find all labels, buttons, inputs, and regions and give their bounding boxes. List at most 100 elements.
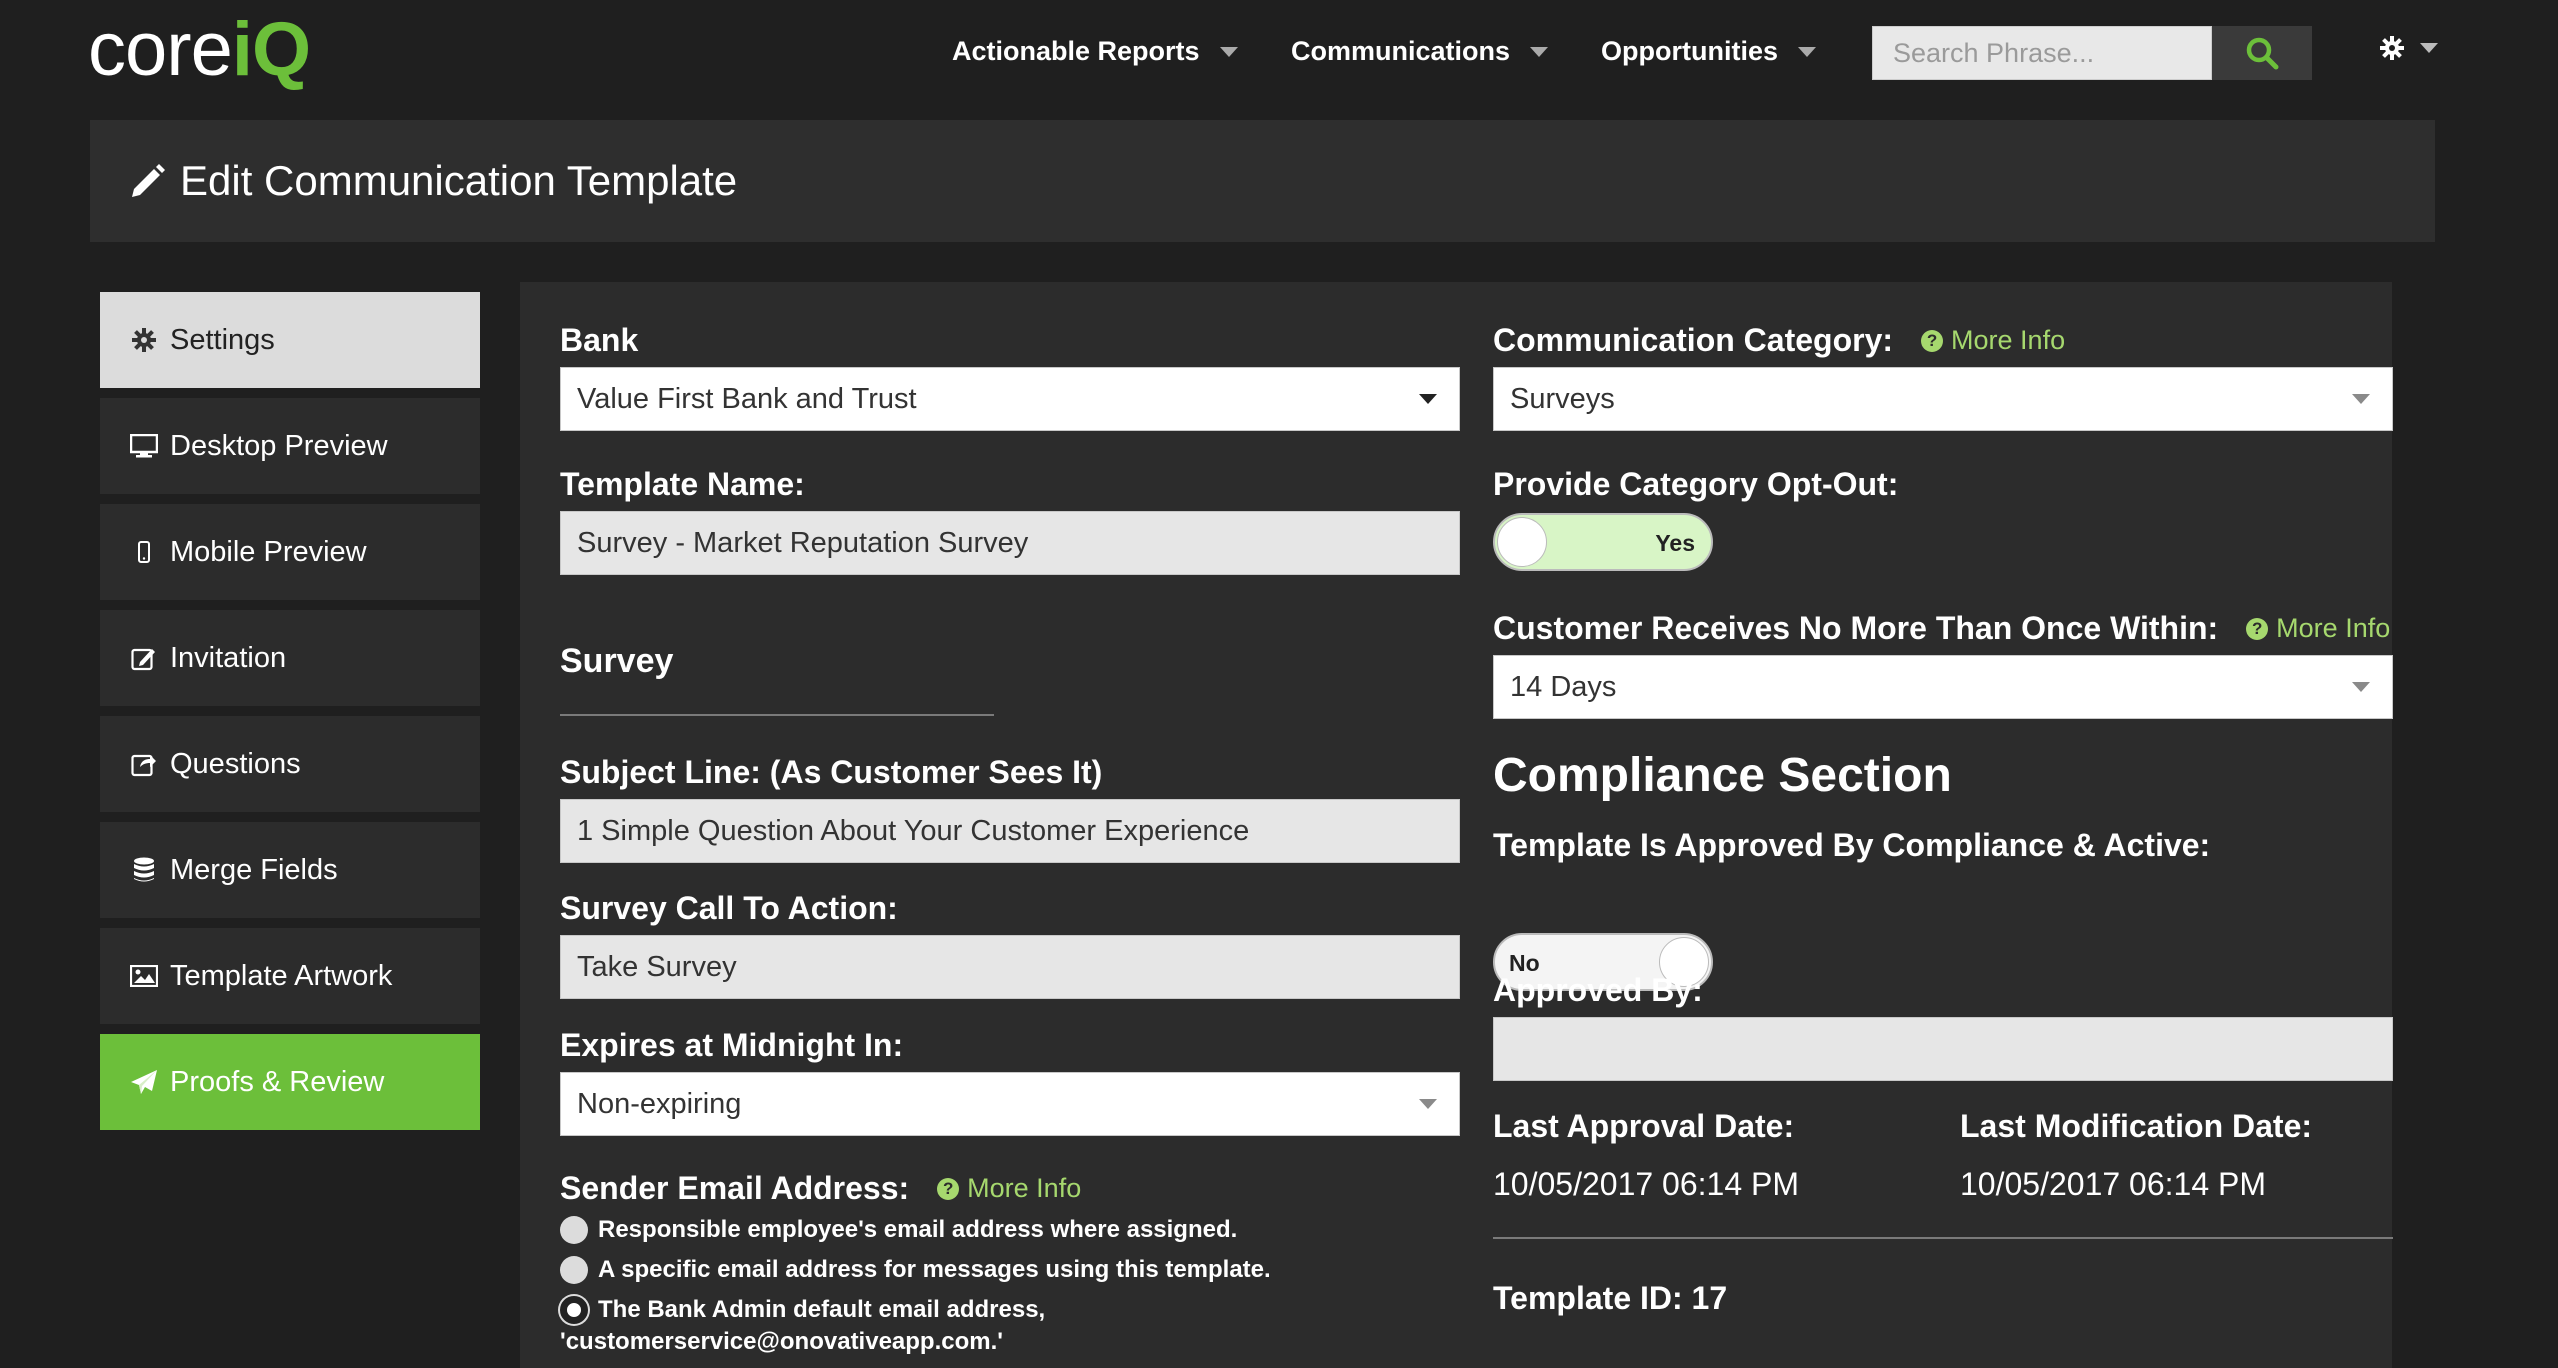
sidebar-item-questions[interactable]: Questions xyxy=(100,716,480,812)
sidebar-item-mobile-preview[interactable]: Mobile Preview xyxy=(100,504,480,600)
chevron-down-icon xyxy=(2352,394,2370,404)
sender-option-bank-admin-email: 'customerservice@onovativeapp.com.' xyxy=(560,1328,1003,1356)
sidebar-item-label: Mobile Preview xyxy=(170,535,367,568)
sidebar-item-label: Questions xyxy=(170,747,301,780)
logo-core-text: core xyxy=(88,7,233,92)
sender-option-employee[interactable]: Responsible employee's email address whe… xyxy=(560,1216,1237,1244)
category-label: Communication Category: xyxy=(1493,322,1894,358)
sidebar-item-label: Settings xyxy=(170,323,275,356)
sidebar-item-template-artwork[interactable]: Template Artwork xyxy=(100,928,480,1024)
survey-section-title: Survey xyxy=(560,642,674,680)
nav-communications-label: Communications xyxy=(1291,36,1511,66)
radio-label-line2: 'customerservice@onovativeapp.com.' xyxy=(560,1328,1003,1355)
bank-select-value: Value First Bank and Trust xyxy=(577,382,917,415)
share-icon xyxy=(130,751,158,777)
call-to-action-label: Survey Call To Action: xyxy=(560,890,898,926)
chevron-down-icon xyxy=(1798,46,1816,57)
nav-opportunities[interactable]: Opportunities xyxy=(1601,36,1816,67)
chevron-down-icon xyxy=(1419,394,1437,404)
template-id: Template ID: 17 xyxy=(1493,1280,1728,1316)
image-icon xyxy=(130,965,158,987)
last-modification-label: Last Modification Date: xyxy=(1960,1108,2313,1144)
radio-label: A specific email address for messages us… xyxy=(598,1256,1271,1283)
logo-iq-text: iQ xyxy=(231,7,311,92)
chevron-down-icon xyxy=(2420,43,2438,53)
chevron-down-icon xyxy=(2352,682,2370,692)
search-icon xyxy=(2246,37,2279,70)
sender-more-info-link[interactable]: ? More Info xyxy=(937,1173,1081,1204)
sidebar-item-label: Proofs & Review xyxy=(170,1065,385,1098)
sender-email-label: Sender Email Address: xyxy=(560,1170,910,1206)
subject-line-label: Subject Line: (As Customer Sees It) xyxy=(560,754,1103,790)
nav-communications[interactable]: Communications xyxy=(1291,36,1549,67)
page-header: Edit Communication Template xyxy=(90,120,2435,242)
approved-by-label: Approved By: xyxy=(1493,972,1703,1008)
sender-option-bank-admin[interactable]: The Bank Admin default email address, xyxy=(560,1296,1045,1324)
expires-select-value: Non-expiring xyxy=(577,1087,742,1120)
template-name-value: Survey - Market Reputation Survey xyxy=(577,526,1029,559)
nav-actionable-reports[interactable]: Actionable Reports xyxy=(952,36,1238,67)
database-icon xyxy=(130,857,158,883)
template-name-input[interactable]: Survey - Market Reputation Survey xyxy=(560,511,1460,575)
call-to-action-input[interactable]: Take Survey xyxy=(560,935,1460,999)
frequency-select-value: 14 Days xyxy=(1510,670,1617,703)
compliance-divider xyxy=(1493,1237,2393,1239)
bank-select[interactable]: Value First Bank and Trust xyxy=(560,367,1460,431)
toggle-text: Yes xyxy=(1655,530,1695,556)
opt-out-toggle[interactable]: Yes xyxy=(1493,513,1713,571)
page-title: Edit Communication Template xyxy=(180,157,738,204)
radio-button[interactable] xyxy=(560,1256,588,1284)
frequency-select[interactable]: 14 Days xyxy=(1493,655,2393,719)
radio-button[interactable] xyxy=(560,1216,588,1244)
sidebar-item-label: Desktop Preview xyxy=(170,429,388,462)
last-modification-value: 10/05/2017 06:14 PM xyxy=(1960,1166,2267,1202)
sidebar-item-merge-fields[interactable]: Merge Fields xyxy=(100,822,480,918)
mobile-icon xyxy=(130,540,158,564)
expires-select[interactable]: Non-expiring xyxy=(560,1072,1460,1136)
chevron-down-icon xyxy=(1219,46,1238,57)
survey-divider xyxy=(560,714,994,716)
search-input[interactable] xyxy=(1872,26,2212,80)
toggle-knob xyxy=(1497,517,1547,567)
category-select-value: Surveys xyxy=(1510,382,1615,415)
category-select[interactable]: Surveys xyxy=(1493,367,2393,431)
app-logo[interactable]: coreiQ xyxy=(88,12,311,88)
question-circle-icon: ? xyxy=(2246,617,2269,640)
category-more-info-link[interactable]: ? More Info xyxy=(1921,325,2065,356)
frequency-more-info-link[interactable]: ? More Info xyxy=(2246,613,2390,644)
sidebar-item-label: Invitation xyxy=(170,641,287,674)
template-name-label: Template Name: xyxy=(560,466,805,502)
search-button[interactable] xyxy=(2212,26,2312,80)
sidebar-item-label: Template Artwork xyxy=(170,959,393,992)
radio-button-selected[interactable] xyxy=(560,1296,588,1324)
more-info-text: More Info xyxy=(2276,613,2391,643)
more-info-text: More Info xyxy=(967,1173,1082,1203)
edit-icon xyxy=(130,645,158,671)
sender-option-specific[interactable]: A specific email address for messages us… xyxy=(560,1256,1271,1284)
opt-out-label: Provide Category Opt-Out: xyxy=(1493,466,1899,502)
compliance-approved-label: Template Is Approved By Compliance & Act… xyxy=(1493,827,2211,863)
subject-line-input[interactable]: 1 Simple Question About Your Customer Ex… xyxy=(560,799,1460,863)
chevron-down-icon xyxy=(1530,46,1549,57)
sidebar-item-settings[interactable]: Settings xyxy=(100,292,480,388)
call-to-action-value: Take Survey xyxy=(577,950,737,983)
more-info-text: More Info xyxy=(1951,325,2066,355)
last-approval-label: Last Approval Date: xyxy=(1493,1108,1795,1144)
nav-opportunities-label: Opportunities xyxy=(1601,36,1778,66)
pencil-icon xyxy=(130,163,166,199)
expires-label: Expires at Midnight In: xyxy=(560,1027,904,1063)
frequency-label: Customer Receives No More Than Once With… xyxy=(1493,610,2219,646)
send-icon xyxy=(130,1069,158,1095)
sidebar-item-proofs-review[interactable]: Proofs & Review xyxy=(100,1034,480,1130)
sidebar-item-invitation[interactable]: Invitation xyxy=(100,610,480,706)
sidebar-item-desktop-preview[interactable]: Desktop Preview xyxy=(100,398,480,494)
frequency-header: Customer Receives No More Than Once With… xyxy=(1493,610,2390,647)
radio-label: Responsible employee's email address whe… xyxy=(598,1216,1238,1243)
question-circle-icon: ? xyxy=(937,1177,960,1200)
subject-line-value: 1 Simple Question About Your Customer Ex… xyxy=(577,814,1250,847)
settings-menu-button[interactable] xyxy=(2380,36,2438,60)
question-circle-icon: ? xyxy=(1921,329,1944,352)
gear-icon xyxy=(2380,36,2404,60)
approved-by-input[interactable] xyxy=(1493,1017,2393,1081)
sidebar-item-label: Merge Fields xyxy=(170,853,338,886)
